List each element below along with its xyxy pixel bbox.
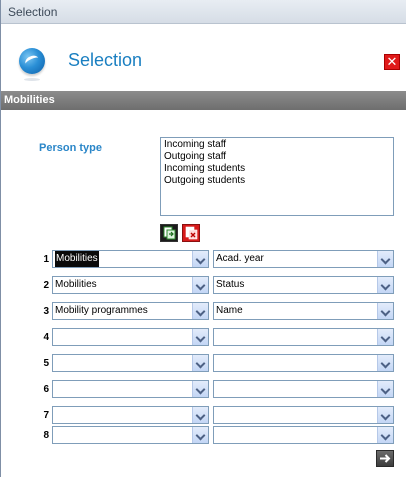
remove-icon bbox=[185, 226, 198, 240]
criteria-field-select[interactable] bbox=[52, 406, 209, 424]
person-type-listbox[interactable]: Incoming staff Outgoing staff Incoming s… bbox=[160, 137, 394, 216]
row-number: 2 bbox=[43, 280, 49, 291]
criteria-value-value: Status bbox=[216, 279, 245, 290]
criteria-field-select[interactable] bbox=[52, 380, 209, 398]
section-header: Mobilities bbox=[1, 91, 406, 110]
chevron-down-icon[interactable] bbox=[192, 407, 208, 423]
arrow-right-icon bbox=[380, 454, 391, 463]
chevron-down-icon[interactable] bbox=[192, 381, 208, 397]
criteria-value-select[interactable] bbox=[213, 354, 394, 372]
criteria-value-select[interactable]: Name bbox=[213, 302, 394, 320]
row-number: 1 bbox=[43, 254, 49, 265]
person-type-label: Person type bbox=[39, 142, 102, 154]
person-type-option[interactable]: Outgoing staff bbox=[164, 151, 390, 163]
chevron-down-icon[interactable] bbox=[377, 355, 393, 371]
chevron-down-icon[interactable] bbox=[192, 427, 208, 443]
copy-icon bbox=[163, 226, 176, 240]
window-titlebar: Selection bbox=[1, 0, 406, 24]
criteria-field-select[interactable]: Mobilities bbox=[52, 250, 209, 268]
copy-button[interactable] bbox=[160, 224, 178, 242]
criteria-value-select[interactable] bbox=[213, 406, 394, 424]
row-number: 7 bbox=[43, 410, 49, 421]
dialog-title: Selection bbox=[68, 50, 143, 70]
row-number: 6 bbox=[43, 384, 49, 395]
section-title: Mobilities bbox=[4, 94, 55, 106]
criteria-field-select[interactable] bbox=[52, 328, 209, 346]
window-title: Selection bbox=[8, 5, 58, 19]
row-number: 5 bbox=[43, 358, 49, 369]
row-number: 8 bbox=[43, 430, 49, 441]
criteria-field-select[interactable]: Mobilities bbox=[52, 276, 209, 294]
chevron-down-icon[interactable] bbox=[377, 277, 393, 293]
chevron-down-icon[interactable] bbox=[377, 427, 393, 443]
row-number: 4 bbox=[43, 332, 49, 343]
dialog-header: Selection ✕ bbox=[1, 24, 406, 90]
criteria-value-select[interactable] bbox=[213, 380, 394, 398]
criteria-value-value: Name bbox=[216, 305, 243, 316]
close-icon[interactable]: ✕ bbox=[384, 54, 400, 70]
criteria-value-select[interactable] bbox=[213, 426, 394, 444]
remove-button[interactable] bbox=[182, 224, 200, 242]
chevron-down-icon[interactable] bbox=[377, 303, 393, 319]
criteria-value-value: Acad. year bbox=[216, 253, 264, 264]
chevron-down-icon[interactable] bbox=[192, 355, 208, 371]
next-button[interactable] bbox=[376, 450, 394, 467]
criteria-value-select[interactable] bbox=[213, 328, 394, 346]
criteria-field-select[interactable]: Mobility programmes bbox=[52, 302, 209, 320]
chevron-down-icon[interactable] bbox=[192, 303, 208, 319]
criteria-field-value: Mobilities bbox=[55, 279, 97, 290]
chevron-down-icon[interactable] bbox=[192, 251, 208, 267]
person-type-option[interactable]: Incoming staff bbox=[164, 139, 390, 151]
chevron-down-icon[interactable] bbox=[377, 381, 393, 397]
selection-window: Selection Selection ✕ Mobilities Person … bbox=[0, 0, 406, 477]
chevron-down-icon[interactable] bbox=[377, 407, 393, 423]
criteria-field-value: Mobility programmes bbox=[55, 305, 148, 316]
criteria-field-value: Mobilities bbox=[55, 251, 99, 267]
person-type-option[interactable]: Incoming students bbox=[164, 163, 390, 175]
chevron-down-icon[interactable] bbox=[192, 277, 208, 293]
person-type-option[interactable]: Outgoing students bbox=[164, 175, 390, 187]
logo-shadow bbox=[24, 78, 40, 81]
criteria-field-select[interactable] bbox=[52, 354, 209, 372]
chevron-down-icon[interactable] bbox=[377, 251, 393, 267]
chevron-down-icon[interactable] bbox=[377, 329, 393, 345]
criteria-field-select[interactable] bbox=[52, 426, 209, 444]
app-logo-icon bbox=[19, 48, 45, 74]
criteria-value-select[interactable]: Status bbox=[213, 276, 394, 294]
chevron-down-icon[interactable] bbox=[192, 329, 208, 345]
criteria-value-select[interactable]: Acad. year bbox=[213, 250, 394, 268]
row-number: 3 bbox=[43, 306, 49, 317]
